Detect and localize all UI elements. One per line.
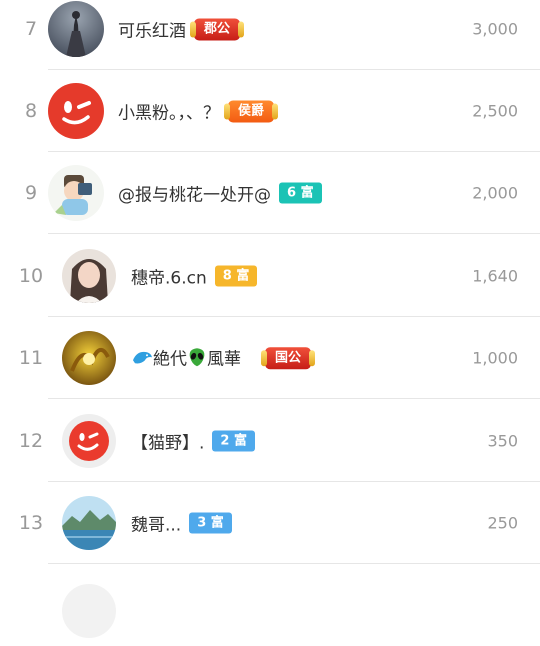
user-name: 穗帝.6.cn <box>131 268 207 289</box>
user-info: 小黑粉。，、？ 侯爵 <box>118 99 279 124</box>
rank-number: 12 <box>18 430 44 452</box>
golden-dragon-avatar[interactable] <box>62 331 116 385</box>
user-info: 魏哥... 3 富 <box>131 511 232 536</box>
title-badge: 侯爵 <box>223 100 279 122</box>
cartoon-boy-avatar[interactable] <box>48 165 104 221</box>
wink-face-avatar[interactable] <box>48 83 104 139</box>
rank-number: 13 <box>18 512 44 534</box>
title-badge: 郡公 <box>189 18 245 40</box>
score-value: 1,000 <box>472 348 518 368</box>
user-name: @报与桃花一处开@ <box>118 185 271 206</box>
lake-landscape-avatar[interactable] <box>62 496 116 550</box>
dolphin-icon <box>131 348 153 371</box>
girl-photo-avatar[interactable] <box>62 249 116 303</box>
rich-level-badge: 6 富 <box>279 182 322 204</box>
divider <box>48 233 540 234</box>
rich-level-badge: 3 富 <box>189 512 232 534</box>
user-info: 絶代 風華 国公 <box>131 344 316 372</box>
crescent-moon-icon <box>241 347 257 372</box>
list-item[interactable]: 11 絶代 風華 国公 1,000 <box>0 317 540 399</box>
rank-number: 11 <box>18 347 44 369</box>
score-value: 2,000 <box>472 183 518 203</box>
score-value: 250 <box>487 513 518 533</box>
divider <box>48 398 540 399</box>
score-value: 2,500 <box>472 101 518 121</box>
score-value: 1,640 <box>472 266 518 286</box>
title-badge: 国公 <box>260 347 316 369</box>
score-value: 350 <box>487 431 518 451</box>
rich-level-badge: 8 富 <box>214 265 258 287</box>
list-item[interactable] <box>0 564 540 646</box>
statue-avatar[interactable] <box>48 1 104 57</box>
user-info: @报与桃花一处开@ 6 富 <box>118 181 322 206</box>
score-value: 3,000 <box>472 19 518 39</box>
rich-level-badge: 2 富 <box>212 430 255 452</box>
list-item[interactable]: 13 魏哥... 3 富 250 <box>0 482 540 564</box>
alien-icon <box>187 347 207 372</box>
user-name: 絶代 風華 <box>131 344 257 372</box>
wink-face-avatar[interactable] <box>62 414 116 468</box>
avatar[interactable] <box>62 584 116 638</box>
user-name: 小黑粉。，、？ <box>118 103 220 124</box>
list-item[interactable]: 8 小黑粉。，、？ 侯爵 2,500 <box>0 70 540 152</box>
user-info: 【猫野】. 2 富 <box>131 429 255 454</box>
user-name: 可乐红酒 <box>118 21 186 42</box>
user-name: 魏哥... <box>131 515 182 536</box>
user-info: 穗帝.6.cn 8 富 <box>131 264 258 289</box>
user-name: 【猫野】. <box>131 433 205 454</box>
list-item[interactable]: 10 穗帝.6.cn 8 富 1,640 <box>0 235 540 317</box>
user-info: 可乐红酒 郡公 <box>118 17 245 42</box>
list-item[interactable]: 7 可乐红酒 郡公 3,000 <box>0 0 540 70</box>
ranking-list: 7 可乐红酒 郡公 3,000 8 小黑粉。，、？ 侯爵 2,500 9 @报与… <box>0 0 540 638</box>
rank-number: 10 <box>18 265 44 287</box>
list-item[interactable]: 9 @报与桃花一处开@ 6 富 2,000 <box>0 152 540 234</box>
list-item[interactable]: 12 【猫野】. 2 富 350 <box>0 400 540 482</box>
